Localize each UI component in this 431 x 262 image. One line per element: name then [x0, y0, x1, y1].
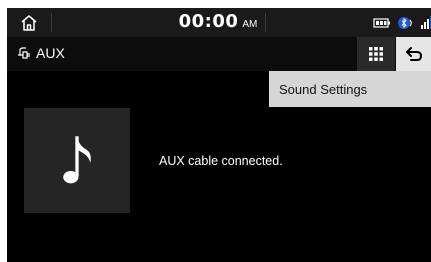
grid-menu-icon [369, 47, 383, 61]
home-icon [21, 14, 37, 31]
home-button[interactable] [7, 8, 51, 37]
clock: 00:00 AM [172, 11, 264, 35]
signal-icon [421, 16, 431, 29]
menu-item-label: Sound Settings [279, 81, 368, 97]
back-arrow-icon [405, 47, 422, 61]
source-indicator: AUX [17, 45, 65, 61]
aux-plug-icon [18, 47, 30, 59]
status-bar: 00:00 AM [7, 8, 431, 37]
album-art-placeholder [24, 108, 130, 213]
music-note-icon [63, 135, 91, 183]
title-bar: AUX [7, 37, 431, 71]
status-icons [373, 14, 431, 32]
source-label: AUX [36, 45, 65, 61]
bluetooth-icon [398, 17, 412, 29]
aux-status-text: AUX cable connected. [159, 154, 283, 168]
back-button[interactable] [396, 37, 431, 71]
clock-time: 00:00 [178, 11, 239, 32]
menu-item-sound-settings[interactable]: Sound Settings [269, 71, 431, 107]
menu-button[interactable] [357, 37, 395, 71]
clock-ampm: AM [242, 19, 258, 30]
status-separator [265, 13, 266, 32]
status-separator [51, 13, 52, 32]
head-unit-screen: 00:00 AM AUX Sound Settings AUX cable co… [7, 8, 431, 262]
battery-icon [373, 18, 390, 28]
